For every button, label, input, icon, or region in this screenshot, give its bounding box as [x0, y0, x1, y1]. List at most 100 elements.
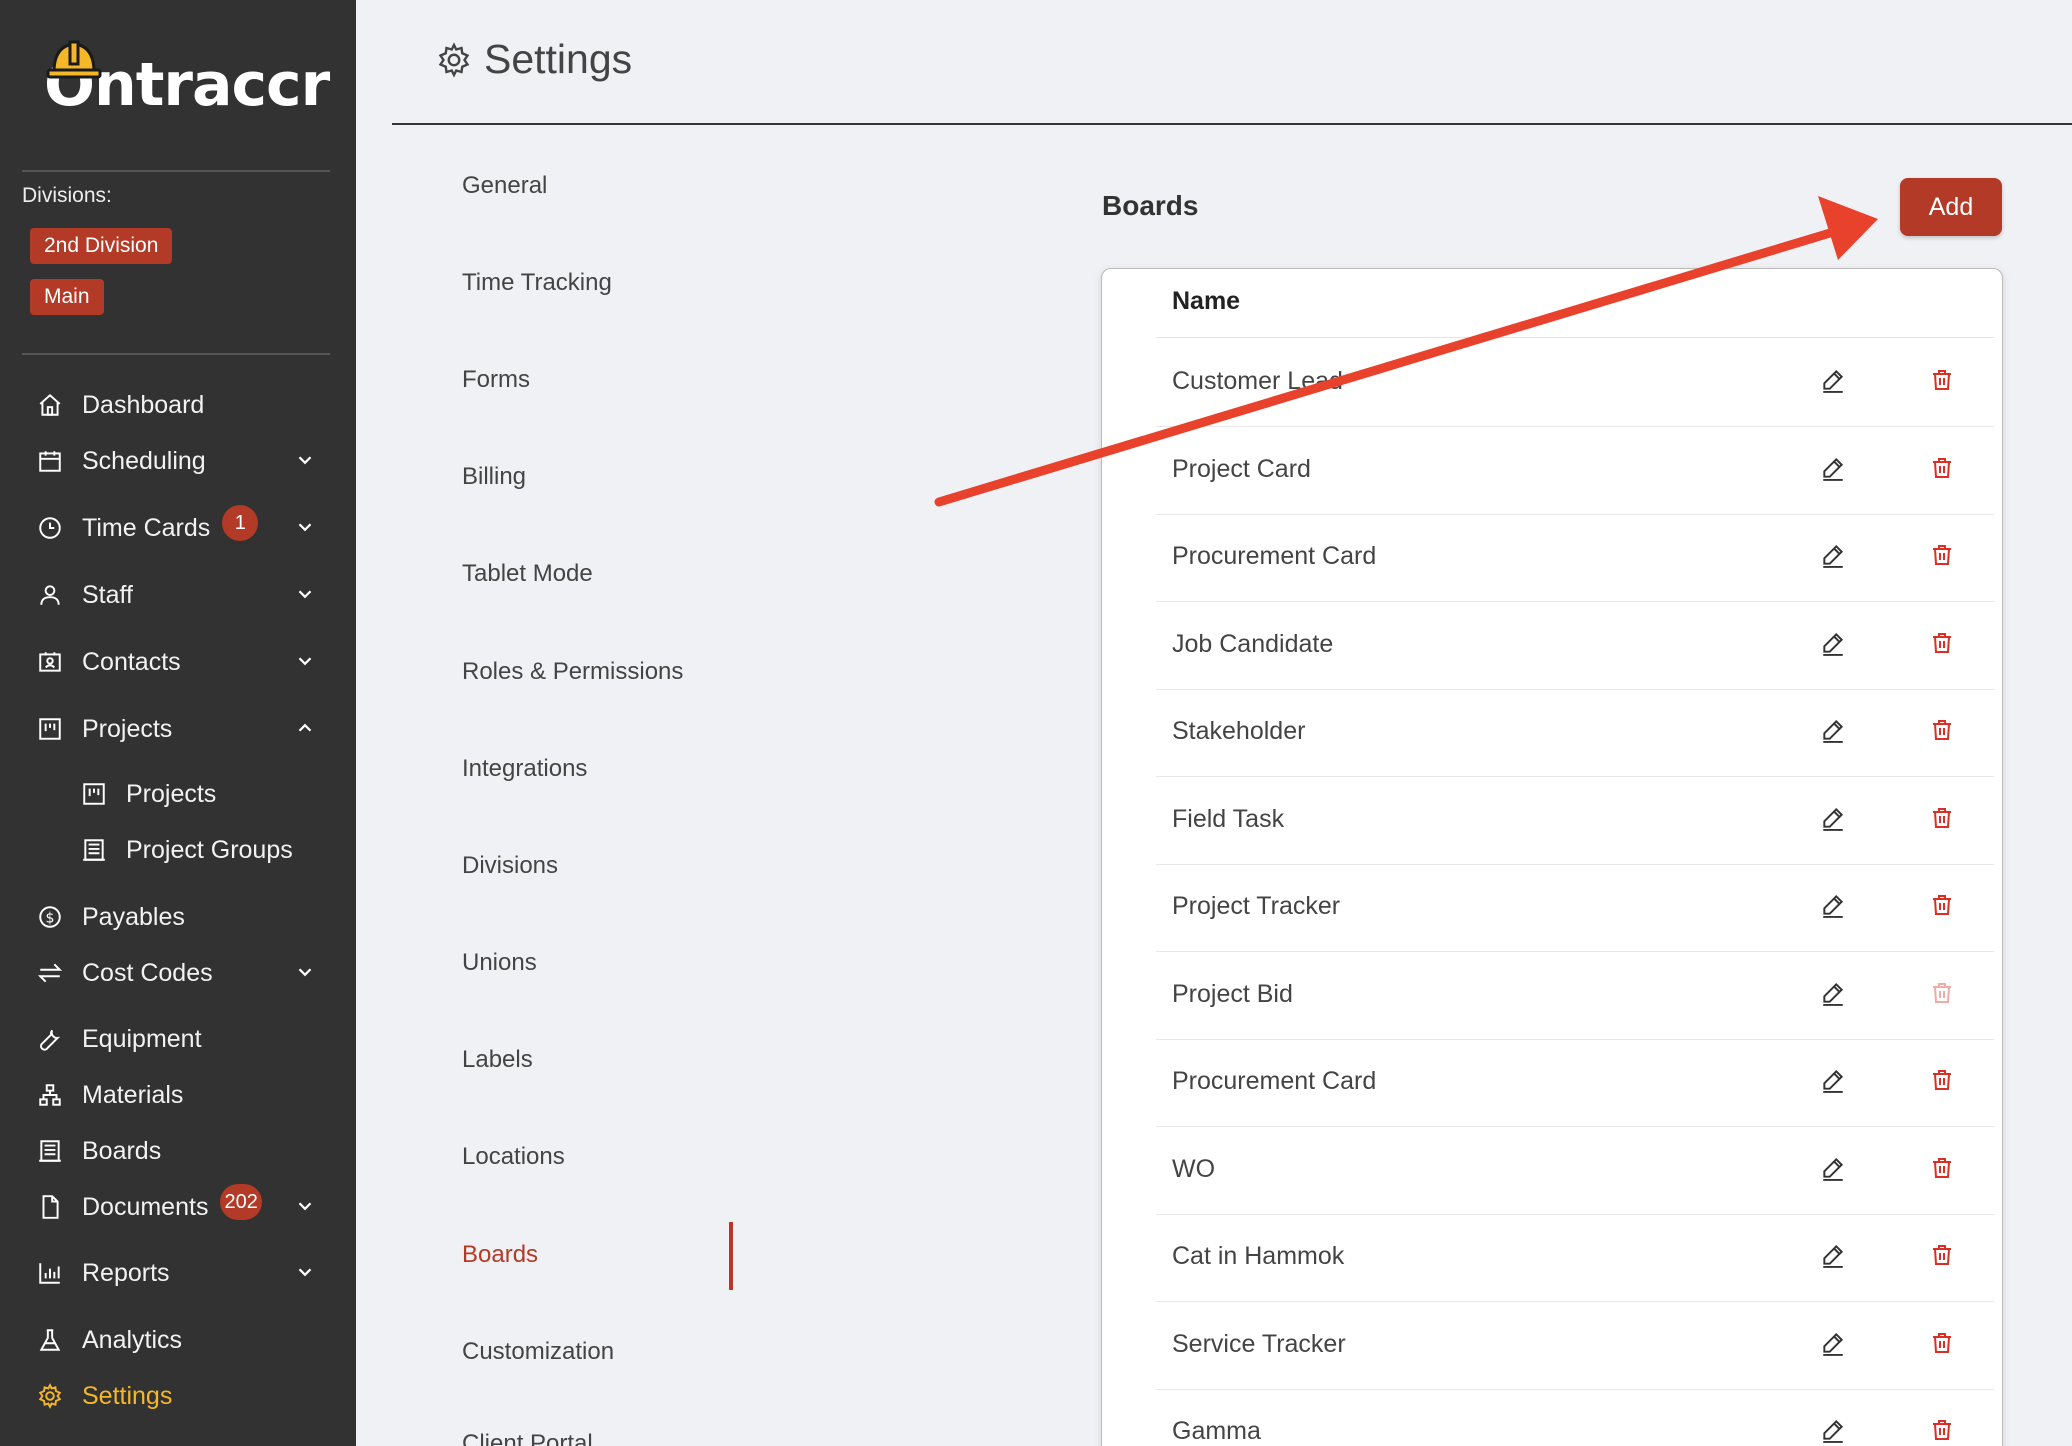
edit-icon[interactable]: [1820, 630, 1846, 661]
nav-time-cards[interactable]: Time Cards 1: [36, 503, 336, 553]
nav-analytics[interactable]: Analytics: [36, 1315, 336, 1365]
board-name: Gamma: [1172, 1417, 1261, 1445]
nav-sub-project-groups[interactable]: Project Groups: [80, 825, 380, 875]
chevron-up-icon[interactable]: [294, 717, 316, 739]
table-row: Service Tracker: [1156, 1302, 1994, 1390]
edit-icon[interactable]: [1820, 980, 1846, 1011]
nav-label: Settings: [82, 1381, 173, 1410]
board-name: Cat in Hammok: [1172, 1242, 1345, 1270]
edit-icon[interactable]: [1820, 805, 1846, 836]
settings-menu-boards[interactable]: Boards: [462, 1241, 538, 1269]
edit-icon[interactable]: [1820, 717, 1846, 748]
nav-label: Contacts: [82, 647, 181, 676]
settings-menu-client-portal[interactable]: Client Portal: [462, 1430, 593, 1446]
delete-icon[interactable]: [1930, 892, 1954, 923]
chevron-down-icon[interactable]: [294, 650, 316, 672]
settings-menu-tablet-mode[interactable]: Tablet Mode: [462, 560, 593, 588]
add-board-button[interactable]: Add: [1900, 178, 2002, 236]
delete-icon[interactable]: [1930, 1242, 1954, 1273]
wrench-icon: [36, 1025, 64, 1053]
nav-label: Boards: [82, 1136, 162, 1165]
chevron-down-icon[interactable]: [294, 516, 316, 538]
edit-icon[interactable]: [1820, 367, 1846, 398]
settings-menu-locations[interactable]: Locations: [462, 1143, 565, 1171]
settings-menu-general[interactable]: General: [462, 172, 547, 200]
table-row: Procurement Card: [1156, 514, 1994, 602]
edit-icon[interactable]: [1820, 455, 1846, 486]
division-tag[interactable]: Main: [30, 279, 104, 315]
nav-payables[interactable]: $ Payables: [36, 892, 336, 942]
settings-menu-roles-permissions[interactable]: Roles & Permissions: [462, 658, 683, 686]
delete-icon[interactable]: [1930, 1067, 1954, 1098]
delete-icon[interactable]: [1930, 542, 1954, 573]
nav-label: Documents: [82, 1192, 209, 1221]
nav-staff[interactable]: Staff: [36, 570, 336, 620]
delete-icon[interactable]: [1930, 805, 1954, 836]
table-row: Customer Lead: [1156, 339, 1994, 427]
header-divider: [1156, 337, 1994, 338]
dollar-icon: $: [36, 903, 64, 931]
nav-label: Time Cards: [82, 513, 211, 542]
table-row: Project Tracker: [1156, 864, 1994, 952]
settings-menu-unions[interactable]: Unions: [462, 949, 537, 977]
chevron-down-icon[interactable]: [294, 1261, 316, 1283]
chevron-down-icon[interactable]: [294, 449, 316, 471]
division-tag[interactable]: 2nd Division: [30, 228, 173, 264]
nav-dashboard[interactable]: Dashboard: [36, 380, 336, 430]
board-name: WO: [1172, 1154, 1216, 1183]
nav-materials[interactable]: Materials: [36, 1070, 336, 1120]
nav-documents[interactable]: Documents 202: [36, 1182, 336, 1232]
delete-icon[interactable]: [1930, 1155, 1954, 1186]
nav-projects[interactable]: Projects: [36, 704, 336, 754]
delete-icon[interactable]: [1930, 717, 1954, 748]
delete-icon[interactable]: [1930, 630, 1954, 661]
notification-badge: 1: [222, 505, 259, 541]
nav-sub-projects[interactable]: Projects: [80, 769, 380, 819]
swap-icon: [36, 959, 64, 987]
nav-label: Reports: [82, 1258, 170, 1287]
nav-cost-codes[interactable]: Cost Codes: [36, 948, 336, 998]
project-icon: [36, 715, 64, 743]
table-row: Cat in Hammok: [1156, 1214, 1994, 1302]
nav-reports[interactable]: Reports: [36, 1248, 336, 1298]
edit-icon[interactable]: [1820, 1417, 1846, 1446]
delete-icon[interactable]: [1930, 980, 1954, 1011]
delete-icon[interactable]: [1930, 1417, 1954, 1446]
active-menu-indicator: [729, 1222, 733, 1290]
settings-menu-billing[interactable]: Billing: [462, 463, 526, 491]
nav-boards[interactable]: Boards: [36, 1126, 336, 1176]
edit-icon[interactable]: [1820, 1330, 1846, 1361]
settings-menu-customization[interactable]: Customization: [462, 1338, 614, 1366]
delete-icon[interactable]: [1930, 455, 1954, 486]
gear-icon: [36, 1382, 64, 1410]
settings-menu-labels[interactable]: Labels: [462, 1046, 533, 1074]
nav-label: Dashboard: [82, 390, 205, 419]
settings-menu-divisions[interactable]: Divisions: [462, 852, 558, 880]
chevron-down-icon[interactable]: [294, 1195, 316, 1217]
edit-icon[interactable]: [1820, 892, 1846, 923]
board-name: Procurement Card: [1172, 1067, 1377, 1095]
edit-icon[interactable]: [1820, 1067, 1846, 1098]
chevron-down-icon[interactable]: [294, 961, 316, 983]
edit-icon[interactable]: [1820, 542, 1846, 573]
sidebar: Ontraccr Divisions: 2nd Division Main Da…: [0, 0, 356, 1446]
nav-label: Analytics: [82, 1325, 183, 1354]
nav-equipment[interactable]: Equipment: [36, 1014, 336, 1064]
delete-icon[interactable]: [1930, 367, 1954, 398]
table-row: Procurement Card: [1156, 1039, 1994, 1127]
chevron-down-icon[interactable]: [294, 583, 316, 605]
nav-scheduling[interactable]: Scheduling: [36, 436, 336, 486]
delete-icon[interactable]: [1930, 1330, 1954, 1361]
app-logo[interactable]: Ontraccr: [44, 40, 330, 120]
notification-badge: 202: [220, 1184, 262, 1220]
nav-contacts[interactable]: Contacts: [36, 637, 336, 687]
edit-icon[interactable]: [1820, 1155, 1846, 1186]
nav-settings[interactable]: Settings: [36, 1371, 336, 1421]
settings-menu-forms[interactable]: Forms: [462, 366, 530, 394]
board-name: Customer Lead: [1172, 367, 1343, 395]
table-row: Project Bid: [1156, 952, 1994, 1040]
settings-menu-integrations[interactable]: Integrations: [462, 755, 587, 783]
edit-icon[interactable]: [1820, 1242, 1846, 1273]
board-name: Project Card: [1172, 454, 1311, 483]
settings-menu-time-tracking[interactable]: Time Tracking: [462, 269, 612, 297]
